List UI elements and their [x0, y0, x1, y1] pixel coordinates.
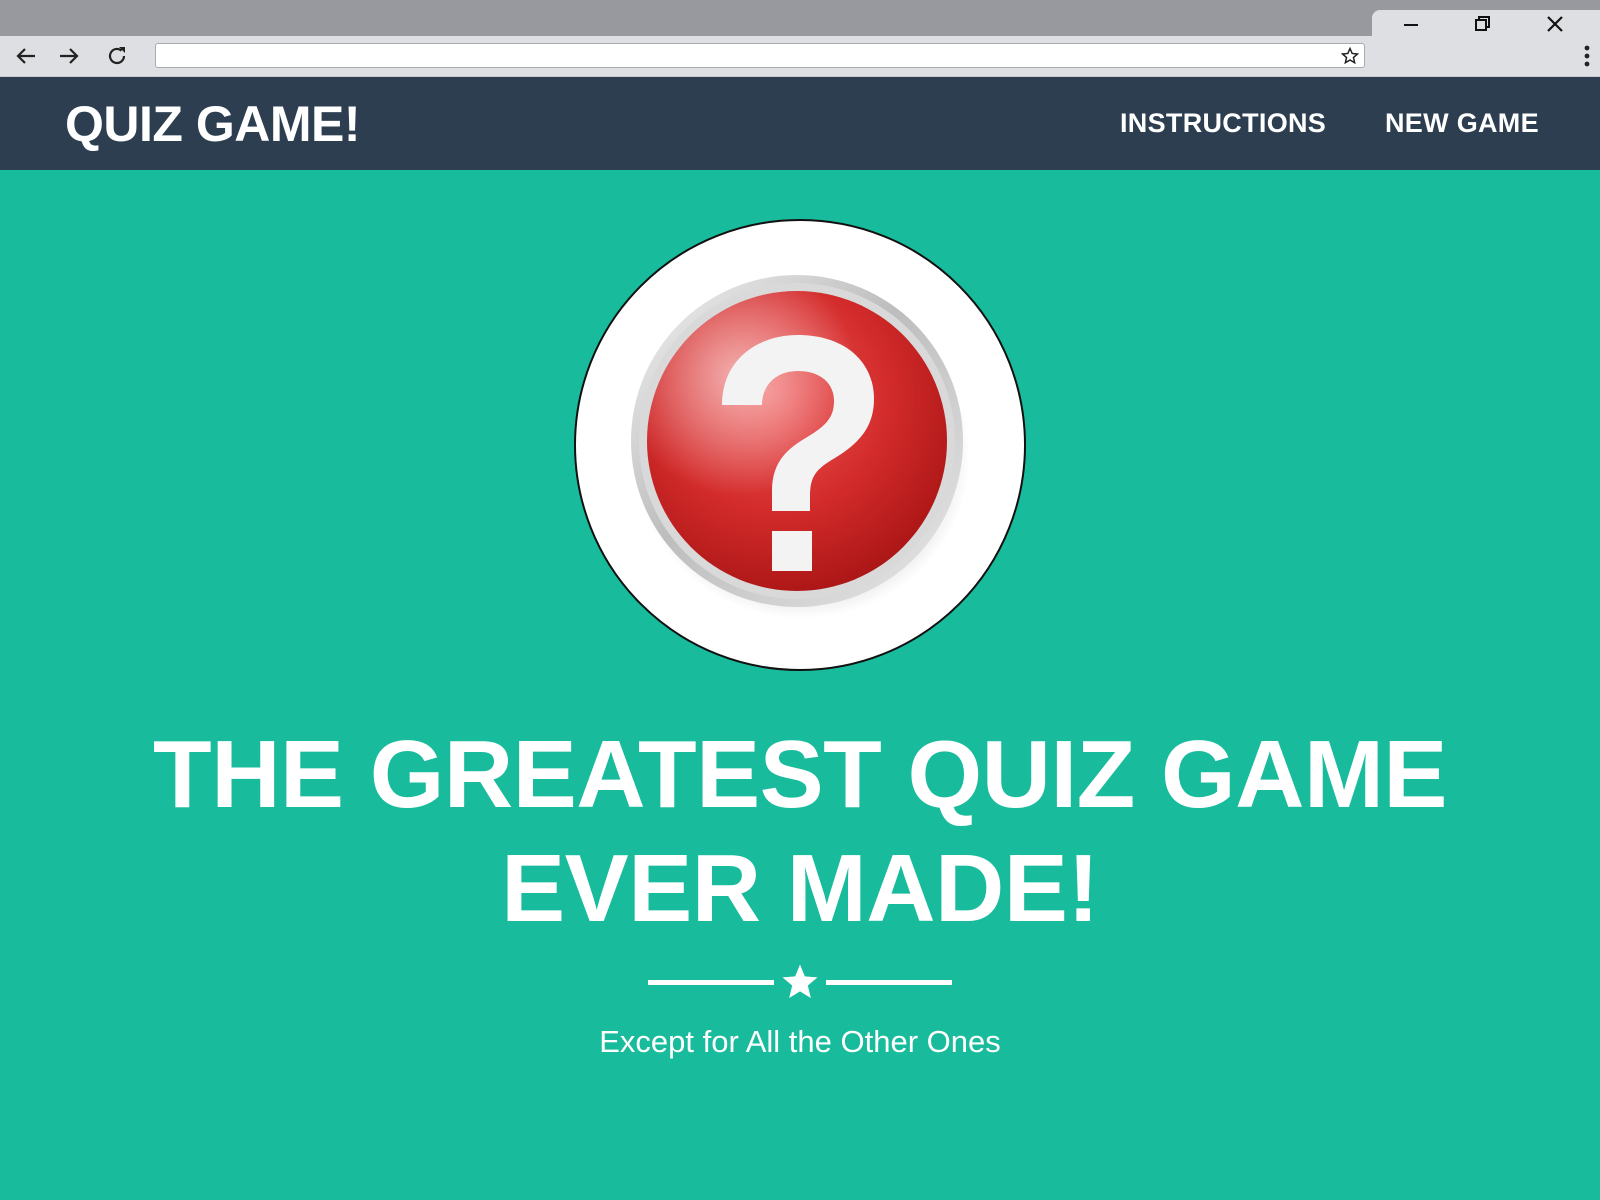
vertical-dots-icon[interactable] [1578, 42, 1596, 70]
reload-icon[interactable] [101, 42, 133, 70]
nav-instructions-link[interactable]: INSTRUCTIONS [1120, 77, 1326, 170]
star-outline-icon[interactable] [1340, 46, 1360, 66]
restore-icon[interactable] [1448, 10, 1518, 38]
close-icon[interactable] [1520, 10, 1590, 38]
browser-titlebar [0, 0, 1600, 38]
brand-logo-link[interactable]: QUIZ GAME! [65, 77, 360, 170]
nav-new-game-link[interactable]: NEW GAME [1385, 77, 1539, 170]
hero-image-circle [574, 219, 1026, 671]
star-icon [782, 964, 818, 998]
site-navbar: QUIZ GAME! INSTRUCTIONS NEW GAME [0, 77, 1600, 170]
headline-line-2: EVER MADE! [501, 835, 1099, 942]
browser-toolbar [0, 36, 1600, 77]
headline-line-1: THE GREATEST QUIZ GAME [153, 721, 1447, 828]
star-divider [648, 960, 952, 1002]
forward-arrow-icon[interactable] [53, 42, 85, 70]
minimize-icon[interactable] [1376, 10, 1446, 38]
red-question-mark-button-icon [631, 275, 970, 619]
hero-subtitle: Except for All the Other Ones [599, 1024, 1001, 1059]
divider-line-right [826, 980, 952, 985]
address-bar[interactable] [155, 43, 1365, 68]
hero-headline: THE GREATEST QUIZ GAME EVER MADE! [0, 718, 1600, 946]
address-input[interactable] [164, 46, 1328, 67]
back-arrow-icon[interactable] [10, 42, 42, 70]
divider-line-left [648, 980, 774, 985]
